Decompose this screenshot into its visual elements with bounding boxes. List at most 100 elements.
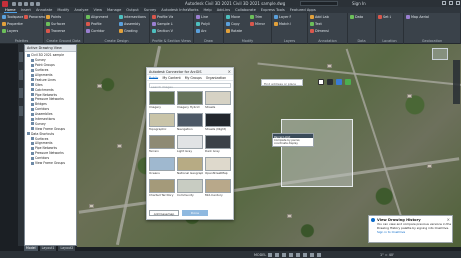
ribbon-button[interactable]: Arc <box>196 29 207 33</box>
prospector-tab[interactable] <box>19 52 23 62</box>
ribbon-button[interactable]: Alignment <box>86 15 108 19</box>
annotation-scale[interactable]: 1" = 40' <box>380 253 394 257</box>
basemap-card[interactable]: Streets <box>205 91 231 110</box>
ribbon-tab[interactable]: Home <box>4 8 17 13</box>
done-button[interactable]: Done <box>182 210 208 216</box>
ribbon-tab[interactable]: Analyze <box>73 8 89 12</box>
ribbon-button[interactable]: Assembly <box>119 22 140 26</box>
ribbon-button[interactable]: Add Labels <box>310 15 329 19</box>
ribbon-tab[interactable]: Modify <box>56 8 70 12</box>
ribbon-button[interactable]: Mirror <box>250 22 265 26</box>
dialog-tab[interactable]: Public <box>149 76 159 80</box>
basemap-card[interactable]: Imagery <box>149 91 175 110</box>
basemap-card[interactable]: Terrain <box>149 135 175 154</box>
ribbon-button[interactable]: Layers <box>2 29 18 33</box>
viewcube[interactable] <box>432 48 448 60</box>
ribbon-tab[interactable]: Manage <box>106 8 122 12</box>
basemap-card[interactable]: OpenStreetMap <box>205 157 231 176</box>
basemap-card[interactable]: Charted Territory <box>149 179 175 198</box>
select-tool-icon[interactable] <box>318 79 324 85</box>
ribbon-tab[interactable]: Output <box>125 8 139 12</box>
ribbon-button[interactable]: Set Location <box>378 15 391 19</box>
civil3d-logo-icon[interactable] <box>2 0 8 7</box>
ribbon-button[interactable]: Layer Properties <box>274 15 291 19</box>
basemap-card[interactable]: Navigation <box>177 113 203 132</box>
ribbon-group-label[interactable]: Palettes <box>0 39 43 43</box>
ribbon-tab[interactable]: Annotate <box>35 8 53 12</box>
basemap-card[interactable]: Community <box>177 179 203 198</box>
basemap-card[interactable]: Streets (Night) <box>205 113 231 132</box>
ribbon-button[interactable]: Points <box>46 15 61 19</box>
basemap-tool-icon[interactable] <box>336 79 342 85</box>
ribbon-group-label[interactable]: Create Ground Data <box>44 39 83 43</box>
basemap-card[interactable]: Oceans <box>149 157 175 176</box>
close-icon[interactable]: × <box>228 69 231 74</box>
redo-icon[interactable] <box>36 1 40 6</box>
ribbon-button[interactable]: Panorama <box>24 15 45 19</box>
ribbon-button[interactable]: Text <box>310 22 322 26</box>
snap-icon[interactable] <box>275 252 279 257</box>
ribbon-group-label[interactable]: Geolocation <box>404 39 460 43</box>
selection-cycling-icon[interactable] <box>317 252 321 257</box>
add-basemap-button[interactable]: Add basemap <box>149 210 179 216</box>
ribbon-button[interactable]: Surfaces <box>46 22 65 26</box>
grid-icon[interactable] <box>268 252 272 257</box>
model-space-toggle[interactable]: MODEL <box>254 253 266 257</box>
ribbon-tab[interactable]: Add-ins <box>216 8 231 12</box>
map-search-input[interactable]: Find address or place <box>261 79 303 86</box>
navigation-bar[interactable] <box>453 60 460 104</box>
ribbon-button[interactable]: Profile View <box>152 15 173 19</box>
transparency-icon[interactable] <box>310 252 314 257</box>
ribbon-button[interactable]: Sample Lines <box>152 22 173 26</box>
ribbon-button[interactable]: Match Layer <box>274 22 291 26</box>
ribbon-group-label[interactable]: Data <box>348 39 375 43</box>
dialog-search-input[interactable]: search images <box>149 83 231 89</box>
maximize-icon[interactable] <box>449 1 453 5</box>
ribbon-button[interactable]: Grading <box>119 29 138 33</box>
basemap-card[interactable]: Topographic <box>149 113 175 132</box>
dialog-tab[interactable]: My Content <box>162 76 180 80</box>
ribbon-tab[interactable]: View <box>92 8 103 12</box>
sign-in-link[interactable]: Sign In <box>352 1 366 6</box>
toolbox-tab[interactable] <box>19 106 23 116</box>
layers-tool-icon[interactable] <box>327 79 333 85</box>
ribbon-button[interactable]: Profile <box>86 22 102 26</box>
ribbon-tab[interactable]: Insert <box>20 8 32 12</box>
ribbon-tab[interactable]: Survey <box>143 8 158 12</box>
lineweight-icon[interactable] <box>303 252 307 257</box>
new-icon[interactable] <box>12 1 16 6</box>
ribbon-button[interactable]: Dimension <box>310 29 329 33</box>
save-icon[interactable] <box>24 1 28 6</box>
ribbon-button[interactable]: Polyline <box>196 22 210 26</box>
basemap-card[interactable]: Mid-Century <box>205 179 231 198</box>
ribbon-group-label[interactable]: Create Design <box>84 39 149 43</box>
toolspace-header[interactable]: Active Drawing View <box>25 45 76 52</box>
ribbon-group-label[interactable]: Draw <box>194 39 223 43</box>
close-icon[interactable] <box>456 1 460 5</box>
settings-tab[interactable] <box>19 70 23 80</box>
ribbon-button[interactable]: Section Views <box>152 29 173 33</box>
ribbon-group-label[interactable]: Annotation <box>308 39 347 43</box>
ribbon-button[interactable]: Trim <box>250 15 262 19</box>
ribbon-tab[interactable]: Help <box>202 8 212 12</box>
ribbon-tab[interactable]: Collaborate <box>234 8 257 12</box>
ribbon-tab[interactable]: Express Tools <box>260 8 286 12</box>
ribbon-group-label[interactable]: Location <box>376 39 403 43</box>
open-icon[interactable] <box>18 1 22 6</box>
ribbon-button[interactable]: Data Shortcuts <box>350 15 363 19</box>
dialog-tab[interactable]: My Groups <box>185 76 202 80</box>
ribbon-button[interactable]: Copy <box>226 22 240 26</box>
info-tool-icon[interactable] <box>345 79 351 85</box>
ribbon-tab[interactable]: Autodesk InfraWorks <box>160 8 199 12</box>
ribbon-button[interactable]: Rotate <box>226 29 242 33</box>
basemap-card[interactable]: Imagery Hybrid <box>177 91 203 110</box>
ribbon-group-label[interactable]: Layers <box>272 39 307 43</box>
ribbon-button[interactable]: Traverse <box>46 29 65 33</box>
search-input[interactable] <box>300 1 338 6</box>
basemap-card[interactable]: Light Gray <box>177 135 203 154</box>
dialog-tab[interactable]: Organization <box>206 76 226 80</box>
ribbon-button[interactable]: Map Aerial <box>406 15 429 19</box>
basemap-card[interactable]: Dark Gray <box>205 135 231 154</box>
ribbon-button[interactable]: Move <box>226 15 240 19</box>
sign-in-onedrive-link[interactable]: Sign in to OneDrive <box>369 230 452 234</box>
